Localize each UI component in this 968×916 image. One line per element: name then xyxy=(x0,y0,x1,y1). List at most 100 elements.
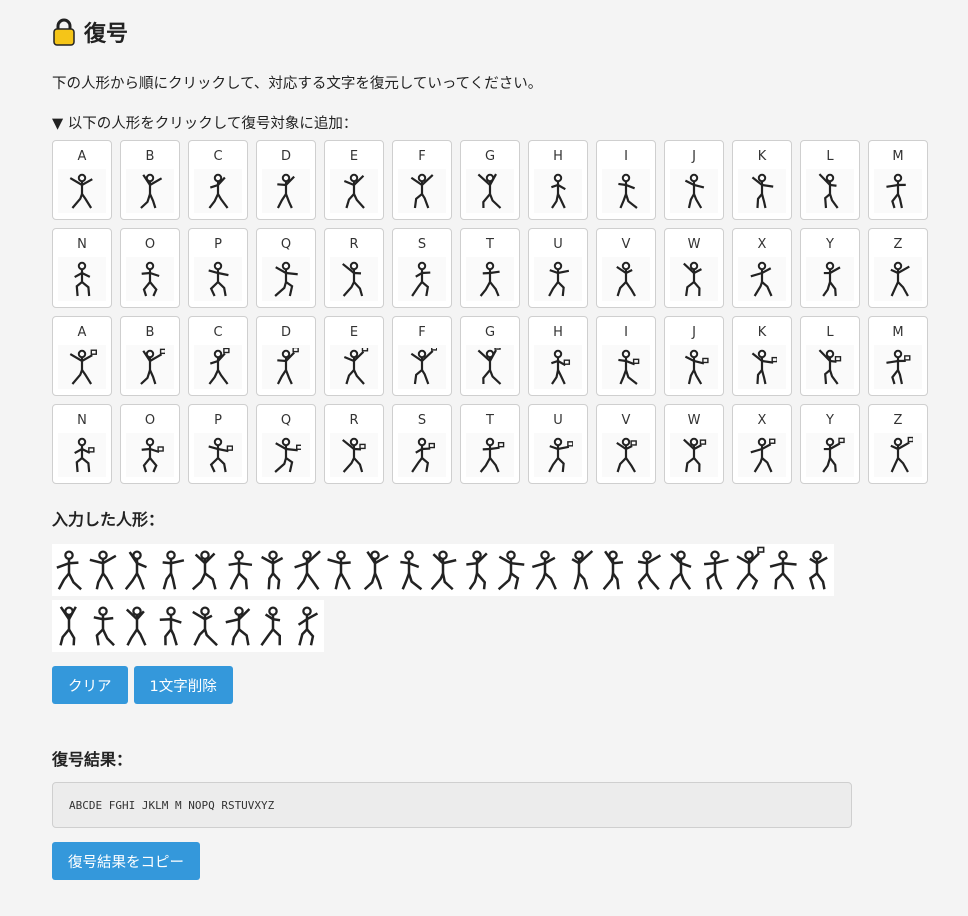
entered-dancer-icon xyxy=(426,544,460,596)
dancer-card-d[interactable]: D xyxy=(256,316,316,396)
dancer-card-v[interactable]: V xyxy=(596,228,656,308)
dancer-card-n[interactable]: N xyxy=(52,228,112,308)
dancer-card-f[interactable]: F xyxy=(392,316,452,396)
dancer-card-t[interactable]: T xyxy=(460,228,520,308)
dancer-card-label: X xyxy=(757,237,767,252)
dancing-man-icon xyxy=(534,433,582,477)
dancer-card-k[interactable]: K xyxy=(732,140,792,220)
dancer-card-y[interactable]: Y xyxy=(800,404,860,484)
dancer-card-label: A xyxy=(77,325,87,340)
dancer-card-e[interactable]: E xyxy=(324,140,384,220)
dancer-card-label: E xyxy=(349,325,359,340)
entered-dancer-icon xyxy=(732,544,766,596)
dancing-man-icon xyxy=(670,433,718,477)
dancer-card-label: P xyxy=(214,413,222,428)
dancing-man-icon xyxy=(602,169,650,213)
dancing-man-icon xyxy=(534,169,582,213)
instruction-text: ▼ 以下の人形をクリックして復号対象に追加： xyxy=(52,116,358,132)
dancer-card-w[interactable]: W xyxy=(664,404,724,484)
dancer-card-c[interactable]: C xyxy=(188,140,248,220)
dancing-man-icon xyxy=(194,433,242,477)
dancer-card-o[interactable]: O xyxy=(120,404,180,484)
dancer-card-l[interactable]: L xyxy=(800,316,860,396)
entered-dancer-icon xyxy=(596,544,630,596)
dancer-card-q[interactable]: Q xyxy=(256,228,316,308)
dancer-card-label: H xyxy=(553,325,563,340)
entered-dancer-icon xyxy=(460,544,494,596)
dancer-card-y[interactable]: Y xyxy=(800,228,860,308)
entered-dancer-icon xyxy=(324,544,358,596)
dancer-card-o[interactable]: O xyxy=(120,228,180,308)
delete-one-button[interactable]: 1文字削除 xyxy=(133,666,233,704)
dancer-card-s[interactable]: S xyxy=(392,228,452,308)
dancer-card-label: K xyxy=(757,149,767,164)
dancing-man-icon xyxy=(58,257,106,301)
dancer-card-j[interactable]: J xyxy=(664,316,724,396)
dancer-card-t[interactable]: T xyxy=(460,404,520,484)
dancer-card-i[interactable]: I xyxy=(596,316,656,396)
dancer-card-p[interactable]: P xyxy=(188,228,248,308)
dancer-card-e[interactable]: E xyxy=(324,316,384,396)
entered-dancer-icon xyxy=(800,544,834,596)
dancer-card-z[interactable]: Z xyxy=(868,228,928,308)
dancer-card-h[interactable]: H xyxy=(528,316,588,396)
dancing-man-icon xyxy=(806,257,854,301)
intro-text: 下の人形から順にクリックして、対応する文字を復元していってください。 xyxy=(52,76,543,92)
dancing-man-icon xyxy=(330,257,378,301)
dancer-card-label: L xyxy=(826,149,834,164)
dancer-card-z[interactable]: Z xyxy=(868,404,928,484)
dancer-card-w[interactable]: W xyxy=(664,228,724,308)
dancer-card-x[interactable]: X xyxy=(732,404,792,484)
dancing-man-icon xyxy=(874,433,922,477)
dancing-man-icon xyxy=(602,257,650,301)
dancer-card-g[interactable]: G xyxy=(460,316,520,396)
dancer-card-m[interactable]: M xyxy=(868,140,928,220)
dancer-card-x[interactable]: X xyxy=(732,228,792,308)
dancer-card-v[interactable]: V xyxy=(596,404,656,484)
dancer-card-j[interactable]: J xyxy=(664,140,724,220)
dancer-card-label: Y xyxy=(826,413,834,428)
dancer-card-label: N xyxy=(77,237,87,252)
dancer-card-label: K xyxy=(757,325,767,340)
dancer-card-s[interactable]: S xyxy=(392,404,452,484)
dancing-man-icon xyxy=(534,257,582,301)
dancer-card-u[interactable]: U xyxy=(528,404,588,484)
entered-dancer-icon xyxy=(154,600,188,652)
dancer-card-label: J xyxy=(692,149,696,164)
dancing-man-icon xyxy=(58,169,106,213)
entered-dancer-icon xyxy=(86,600,120,652)
dancer-card-r[interactable]: R xyxy=(324,228,384,308)
dancer-card-h[interactable]: H xyxy=(528,140,588,220)
dancer-card-label: Z xyxy=(893,413,903,428)
dancer-card-a[interactable]: A xyxy=(52,316,112,396)
dancer-card-i[interactable]: I xyxy=(596,140,656,220)
action-buttons: クリア 1文字削除 xyxy=(52,666,968,704)
dancer-card-label: W xyxy=(687,413,701,428)
entered-dancer-icon xyxy=(358,544,392,596)
dancing-man-icon xyxy=(330,433,378,477)
dancer-card-m[interactable]: M xyxy=(868,316,928,396)
dancer-card-r[interactable]: R xyxy=(324,404,384,484)
dancer-card-q[interactable]: Q xyxy=(256,404,316,484)
dancing-man-icon xyxy=(126,345,174,389)
dancer-card-f[interactable]: F xyxy=(392,140,452,220)
dancer-card-c[interactable]: C xyxy=(188,316,248,396)
clear-button[interactable]: クリア xyxy=(52,666,128,704)
dancer-card-p[interactable]: P xyxy=(188,404,248,484)
entered-dancer-icon xyxy=(222,600,256,652)
dancer-card-b[interactable]: B xyxy=(120,140,180,220)
dancer-card-b[interactable]: B xyxy=(120,316,180,396)
dancer-card-g[interactable]: G xyxy=(460,140,520,220)
entered-dancer-icon xyxy=(120,544,154,596)
dancer-card-label: I xyxy=(624,325,628,340)
dancer-card-d[interactable]: D xyxy=(256,140,316,220)
dancer-card-a[interactable]: A xyxy=(52,140,112,220)
dancer-card-l[interactable]: L xyxy=(800,140,860,220)
copy-result-button[interactable]: 復号結果をコピー xyxy=(52,842,200,880)
dancer-card-label: Z xyxy=(893,237,903,252)
dancer-card-k[interactable]: K xyxy=(732,316,792,396)
dancing-man-icon xyxy=(262,345,310,389)
dancer-card-n[interactable]: N xyxy=(52,404,112,484)
dancer-card-u[interactable]: U xyxy=(528,228,588,308)
dancing-man-icon xyxy=(194,257,242,301)
